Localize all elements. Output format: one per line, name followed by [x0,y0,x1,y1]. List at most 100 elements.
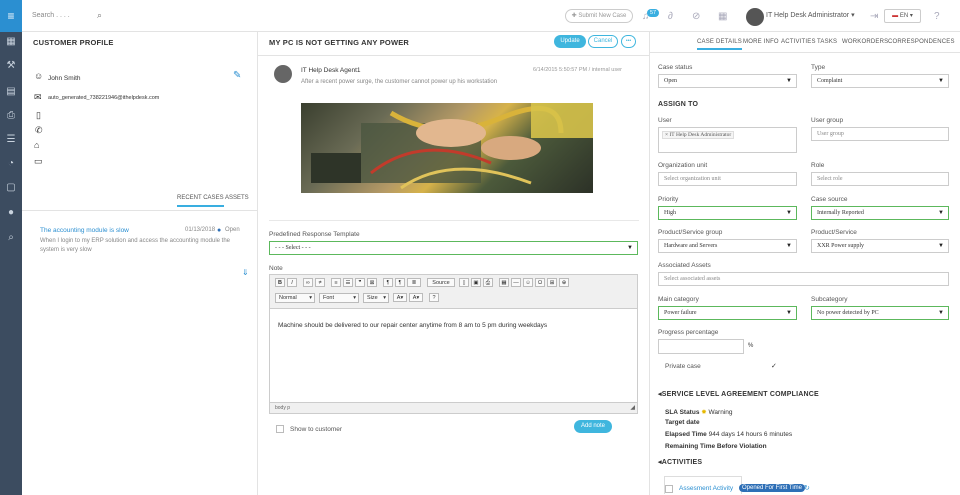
case-status-select[interactable]: Open ▼ [658,74,797,88]
new-page-icon[interactable]: ▯ [459,278,469,287]
message-timestamp: 6/14/2015 5:50:57 PM / internal user [533,67,622,73]
priority-select[interactable]: High ▼ [658,206,797,220]
search-icon[interactable]: ⌕ [4,232,18,244]
user-menu[interactable]: IT Help Desk Administrator ▾ [766,11,855,19]
bullet-list-icon[interactable]: ☰ [343,278,353,287]
case-source-select[interactable]: Internally Reported ▼ [811,206,949,220]
predefined-template-select[interactable]: - - - Select - - - ▼ [269,241,638,255]
unlink-icon[interactable]: ≠ [315,278,325,287]
recent-case-title[interactable]: The accounting module is slow [40,227,129,234]
priority-label: Priority [658,196,679,203]
align-icon[interactable]: ≣ [407,278,421,287]
show-to-customer-checkbox[interactable] [276,425,284,433]
logout-icon[interactable]: ⇥ [870,11,878,22]
type-select[interactable]: Complaint ▼ [811,74,949,88]
tab-recent-cases[interactable]: RECENT CASES [177,195,224,207]
submit-new-case-label: Submit New Case [578,13,627,19]
tab-activities[interactable]: ACTIVITIES [781,39,816,45]
bold-button[interactable]: B [275,278,285,287]
printer-icon[interactable]: ⎙ [4,110,18,122]
activities-section-title[interactable]: ◂ACTIVITIES [658,458,702,466]
remove-format-icon[interactable]: ⊠ [367,278,377,287]
tab-more-info[interactable]: MORE INFO [743,39,779,45]
update-button[interactable]: Update [554,35,586,48]
edit-icon[interactable]: ✎ [233,70,241,81]
submit-new-case-button[interactable]: ✚ Submit New Case [565,9,633,23]
user-multiselect[interactable]: × IT Help Desk Administrator [658,127,797,153]
org-unit-input[interactable]: Select organization unit [658,172,797,186]
main-category-select[interactable]: Power failure ▼ [658,306,797,320]
resize-handle-icon[interactable]: ◢ [630,404,635,411]
link-icon[interactable]: ∞ [303,278,313,287]
sla-section-title[interactable]: ◂SERVICE LEVEL AGREEMENT COMPLIANCE [658,390,819,398]
org-unit-label: Organization unit [658,162,708,169]
user-icon[interactable]: ● [4,207,18,219]
agent-avatar [274,65,292,83]
font-select[interactable]: Font ▾ [319,293,359,303]
tab-case-details[interactable]: CASE DETAILS [697,39,742,50]
source-button[interactable]: Source [427,278,455,287]
private-case-label: Private case [665,363,701,370]
refresh-icon[interactable]: ↻ [804,484,810,492]
cancel-button[interactable]: Cancel [588,35,618,48]
add-note-button[interactable]: Add note [574,420,612,433]
progress-input[interactable] [658,339,744,354]
italic-button[interactable]: I [287,278,297,287]
clipboard-icon[interactable]: ▢ [4,182,18,194]
activity-checkbox[interactable] [665,485,673,493]
print-icon[interactable]: ⎙ [483,278,493,287]
calendar-icon[interactable]: ▦ [4,36,18,48]
table-icon[interactable]: ▦ [499,278,509,287]
numbered-list-icon[interactable]: ≡ [331,278,341,287]
sla-status-label: SLA Status [665,409,700,416]
globe-icon[interactable]: ⊕ [559,278,569,287]
more-options-button[interactable]: ••• [621,35,636,48]
attached-photo[interactable] [301,103,593,193]
special-char-icon[interactable]: Ω [535,278,545,287]
associated-assets-input[interactable]: Select associated assets [658,272,949,286]
avatar[interactable] [746,8,764,26]
search-icon[interactable]: ⌕ [97,10,102,21]
tab-workorders[interactable]: WORKORDERS [842,39,888,45]
calendar-icon[interactable]: ▦ [718,11,727,22]
language-select[interactable]: ▬ EN ▾ [884,9,921,23]
subcategory-label: Subcategory [811,296,848,303]
book-icon[interactable]: ▤ [4,86,18,98]
product-service-select[interactable]: XXR Power supply ▼ [811,239,949,253]
size-select[interactable]: Size ▾ [363,293,389,303]
format-select[interactable]: Normal ▾ [275,293,315,303]
iframe-icon[interactable]: ⊞ [547,278,557,287]
paperclip-icon[interactable]: ∂ [668,11,673,22]
user-group-input[interactable]: User group [811,127,949,141]
hamburger-menu-icon[interactable]: ≡ [0,0,22,32]
list-icon[interactable]: ☰ [4,134,18,146]
note-text[interactable]: Machine should be delivered to our repai… [278,322,547,329]
role-input[interactable]: Select role [811,172,949,186]
product-service-group-select[interactable]: Hardware and Servers ▼ [658,239,797,253]
subcategory-select[interactable]: No power detected by PC ▼ [811,306,949,320]
editor-statusbar: body p ◢ [270,402,637,413]
wrench-icon[interactable]: ⚒ [4,60,18,72]
background-color-button[interactable]: A▾ [409,293,423,302]
text-color-button[interactable]: A▾ [393,293,407,302]
ltr-icon[interactable]: ¶ [383,278,393,287]
check-circle-icon[interactable]: ⊘ [692,11,700,22]
tab-tasks[interactable]: TASKS [817,39,837,45]
help-icon[interactable]: ? [934,11,940,22]
rtl-icon[interactable]: ¶ [395,278,405,287]
horizontal-line-icon[interactable]: — [511,278,521,287]
predefined-template-label: Predefined Response Template [269,231,360,238]
blockquote-icon[interactable]: ❞ [355,278,365,287]
smiley-icon[interactable]: ☺ [523,278,533,287]
tab-assets[interactable]: ASSETS [225,195,249,201]
elapsed-time-value: 944 days 14 hours 6 minutes [708,431,793,438]
user-chip[interactable]: × IT Help Desk Administrator [662,131,735,139]
preview-icon[interactable]: ▣ [471,278,481,287]
private-case-checkbox[interactable]: ✓ [771,362,777,370]
tab-correspondences[interactable]: CORRESPONDENCES [888,39,955,45]
help-icon[interactable]: ? [429,293,439,302]
rss-icon[interactable]: ◔ [4,158,18,170]
activity-name[interactable]: Assesment Activity [679,485,733,492]
search-input[interactable]: Search . . . . [32,12,70,19]
download-icon[interactable]: ⇓ [242,268,249,277]
